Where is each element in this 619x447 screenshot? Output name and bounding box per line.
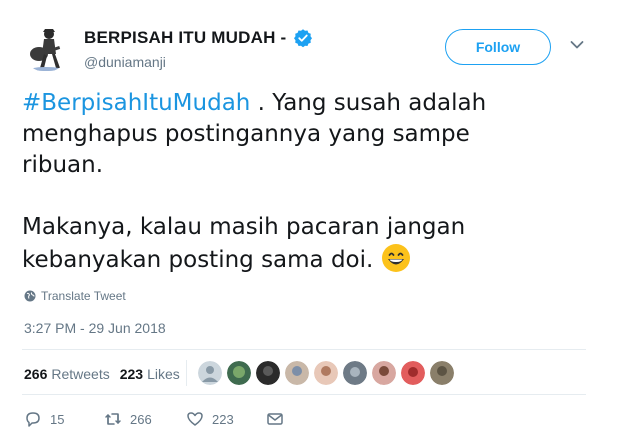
likes-count: 223 [119,366,144,382]
avatar[interactable] [372,361,396,385]
like-icon [187,412,203,426]
hashtag-link[interactable]: #BerpisahItuMudah [22,90,250,116]
handle[interactable]: @duniamanji [84,54,166,70]
avatar[interactable] [227,361,251,385]
tweet-actions: 15 266 223 [24,410,292,428]
verified-badge-icon [293,28,313,48]
display-name[interactable]: BERPISAH ITU MUDAH - [84,28,286,48]
avatar[interactable] [401,361,425,385]
retweets-label: Retweets [51,366,110,382]
avatar[interactable] [198,361,222,385]
follow-button[interactable]: Follow [445,29,551,65]
avatar[interactable] [285,361,309,385]
tweet-timestamp[interactable]: 3:27 PM - 29 Jun 2018 [24,320,166,336]
avatar[interactable] [256,361,280,385]
globe-icon [24,290,36,302]
avatar[interactable] [22,24,70,72]
retweets-count: 266 [24,366,48,382]
tweet-line-5: kebanyakan posting sama doi. [22,243,592,276]
retweet-count: 266 [130,411,152,427]
avatar[interactable] [430,361,454,385]
likes-stat[interactable]: 223 Likes [120,366,180,382]
grinning-emoji-icon [381,243,411,273]
tweet-line-1: #BerpisahItuMudah . Yang susah adalah [22,88,592,119]
like-button[interactable]: 223 [186,410,266,428]
avatar[interactable] [314,361,338,385]
tweet-line-2: menghapus postingannya yang sampe [22,121,470,147]
reply-icon [26,412,40,427]
likes-label: Likes [147,366,180,382]
divider [22,349,586,350]
direct-message-icon [267,413,283,425]
liker-avatars [198,361,459,385]
retweet-button[interactable]: 266 [104,410,186,428]
direct-message-button[interactable] [266,410,292,428]
stats-separator [186,360,187,386]
chevron-down-icon[interactable] [570,40,584,50]
tweet-line-1-text: . Yang susah adalah [250,90,487,116]
tweet-text: #BerpisahItuMudah . Yang susah adalah me… [22,88,592,276]
reply-button[interactable]: 15 [24,410,104,428]
engagement-stats: 266 Retweets 223 Likes [24,366,190,382]
divider [22,394,586,395]
tweet-line-3: ribuan. [22,152,104,178]
avatar[interactable] [343,361,367,385]
retweet-icon [105,413,121,425]
tweet-line-5-text: kebanyakan posting sama doi. [22,247,374,273]
translate-tweet-link[interactable]: Translate Tweet [24,289,126,303]
tweet-header: BERPISAH ITU MUDAH - @duniamanji Follow [22,20,602,76]
translate-label[interactable]: Translate Tweet [41,289,126,303]
retweets-stat[interactable]: 266 Retweets [24,366,110,382]
reply-count: 15 [50,411,65,427]
like-count: 223 [212,411,234,427]
tweet-line-4: Makanya, kalau masih pacaran jangan [22,214,466,240]
